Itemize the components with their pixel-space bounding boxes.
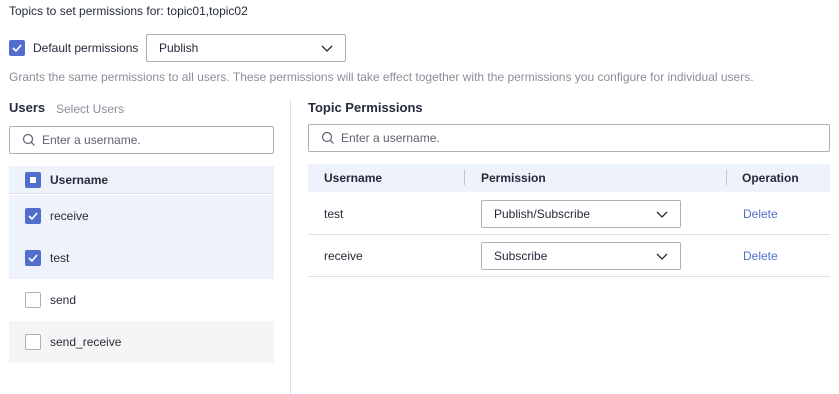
search-icon — [321, 131, 334, 144]
users-list-header: Username — [9, 166, 274, 194]
select-all-checkbox[interactable] — [25, 171, 41, 188]
chevron-down-icon — [656, 253, 668, 260]
column-header-operation: Operation — [742, 171, 799, 185]
panel-divider — [290, 100, 291, 394]
column-header-username: Username — [324, 171, 383, 185]
user-list-item[interactable]: send_receive — [9, 321, 274, 363]
user-label: receive — [50, 209, 89, 223]
search-icon — [22, 133, 35, 146]
default-permission-value: Publish — [159, 41, 199, 55]
check-icon — [28, 254, 38, 263]
default-permissions-checkbox[interactable] — [9, 40, 25, 56]
user-checkbox[interactable] — [25, 292, 41, 308]
delete-link[interactable]: Delete — [743, 207, 778, 221]
default-permission-select[interactable]: Publish — [146, 34, 346, 62]
default-permissions-row: Default permissions — [9, 34, 138, 62]
column-separator — [726, 170, 727, 185]
chevron-down-icon — [656, 211, 668, 218]
row-username: test — [324, 207, 344, 221]
topic-search-placeholder: Enter a username. — [341, 131, 440, 145]
user-list-item[interactable]: receive — [9, 195, 274, 237]
user-label: test — [50, 251, 70, 265]
row-username: receive — [324, 249, 363, 263]
users-search-placeholder: Enter a username. — [42, 133, 141, 147]
default-permissions-hint: Grants the same permissions to all users… — [9, 70, 754, 84]
row-permission-value: Publish/Subscribe — [494, 207, 591, 221]
row-permission-select[interactable]: Subscribe — [481, 242, 681, 270]
user-list-item[interactable]: send — [9, 279, 274, 321]
user-checkbox[interactable] — [25, 334, 41, 350]
user-label: send_receive — [50, 335, 122, 349]
user-list-item[interactable]: test — [9, 237, 274, 279]
page-title: Topics to set permissions for: topic01,t… — [9, 4, 248, 18]
users-panel-title: Users — [9, 100, 46, 115]
users-search-input[interactable]: Enter a username. — [9, 126, 274, 154]
chevron-down-icon — [321, 45, 333, 52]
user-label: send — [50, 293, 77, 307]
user-checkbox[interactable] — [25, 208, 41, 224]
topic-permissions-title: Topic Permissions — [308, 100, 423, 115]
user-checkbox[interactable] — [25, 250, 41, 266]
check-icon — [12, 44, 22, 53]
column-header-permission: Permission — [481, 171, 546, 185]
delete-link[interactable]: Delete — [743, 249, 778, 263]
users-panel-subtitle: Select Users — [56, 102, 125, 116]
users-list-header-label: Username — [50, 172, 109, 187]
column-separator — [464, 170, 465, 185]
topic-permissions-search-input[interactable]: Enter a username. — [308, 124, 830, 152]
row-permission-value: Subscribe — [494, 249, 548, 263]
row-permission-select[interactable]: Publish/Subscribe — [481, 200, 681, 228]
default-permissions-label: Default permissions — [33, 41, 139, 55]
check-icon — [28, 212, 38, 221]
